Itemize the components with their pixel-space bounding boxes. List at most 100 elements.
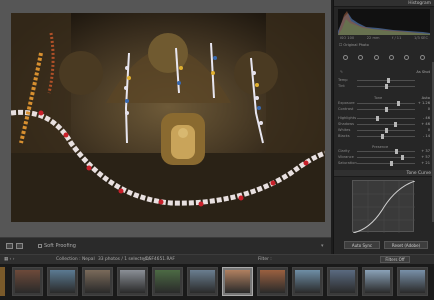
filename-label[interactable]: _DSF4651.RAF: [143, 257, 175, 262]
filter-label: Filter :: [258, 257, 272, 262]
thumb-image: [400, 270, 425, 293]
slider-knob[interactable]: [375, 116, 379, 121]
slider-track[interactable]: [357, 116, 415, 121]
slider-label: Clarity: [338, 149, 350, 153]
filmstrip-thumb[interactable]: [152, 267, 183, 296]
spot-removal-icon[interactable]: [358, 54, 364, 60]
slider-label: Whites: [338, 128, 351, 132]
image-viewer: [0, 0, 331, 237]
slider-track[interactable]: [357, 161, 415, 166]
slider-track[interactable]: [357, 155, 415, 160]
toolbar-menu-icon[interactable]: ▾: [321, 243, 324, 249]
filmstrip-thumb[interactable]: [257, 267, 288, 296]
slider-knob[interactable]: [384, 84, 388, 89]
slider-knob[interactable]: [394, 149, 398, 154]
auto-sync-button[interactable]: Auto Sync: [344, 241, 380, 249]
slider-label: Vibrance: [338, 155, 354, 159]
slider-knob[interactable]: [397, 101, 401, 106]
filmstrip-thumb[interactable]: [117, 267, 148, 296]
filmstrip-thumb[interactable]: [82, 267, 113, 296]
filmstrip-thumb[interactable]: [397, 267, 428, 296]
slider-value[interactable]: 0: [428, 128, 430, 132]
histo-aperture: f / 11: [392, 36, 402, 40]
original-photo-label: Original Photo: [343, 43, 369, 47]
slider-value[interactable]: + 46: [421, 122, 430, 126]
tone-curve-title: Tone Curve: [406, 171, 431, 176]
auto-sync-label: Auto Sync: [351, 242, 373, 248]
eyedropper-icon[interactable]: ✎: [340, 70, 343, 74]
graduated-filter-icon[interactable]: [389, 54, 395, 60]
soft-proofing-checkbox[interactable]: [38, 244, 42, 248]
tone-label: Tone: [374, 96, 383, 100]
slider-knob[interactable]: [387, 78, 391, 83]
grid-view-icon[interactable]: ▦ ‹ ›: [4, 257, 14, 262]
filmstrip-thumb[interactable]: [292, 267, 323, 296]
thumb-image: [330, 270, 355, 293]
thumb-image: [225, 270, 250, 293]
tool-strip: [338, 53, 430, 61]
slider-knob[interactable]: [400, 155, 404, 160]
histogram-title: Histogram: [408, 1, 431, 6]
filmstrip-thumb[interactable]: [222, 267, 253, 296]
red-eye-icon[interactable]: [373, 54, 379, 60]
slider-label: Temp: [338, 78, 348, 82]
radial-filter-icon[interactable]: [404, 54, 410, 60]
slider-value[interactable]: - 14: [423, 134, 430, 138]
thumb-image: [190, 270, 215, 293]
slider-track[interactable]: [357, 149, 415, 154]
slider-track[interactable]: [357, 107, 415, 112]
slider-knob[interactable]: [381, 134, 385, 139]
slider-label: Blacks: [338, 134, 350, 138]
slider-knob[interactable]: [384, 128, 388, 133]
tone-curve-graph[interactable]: [352, 180, 416, 234]
filmstrip-info-bar: ▦ ‹ › Collection : Nepal 33 photos / 1 s…: [0, 254, 434, 264]
filters-off-label: Filters Off: [385, 257, 405, 262]
presence-label: Presence: [372, 145, 389, 149]
thumb-image: [295, 270, 320, 293]
histogram-info: ISO 100 22 mm f / 11 1/3 SEC: [340, 36, 428, 40]
slider-knob[interactable]: [393, 122, 397, 127]
loupe-view-icon[interactable]: [6, 243, 13, 249]
thumb-image: [85, 270, 110, 293]
slider-track[interactable]: [357, 84, 415, 89]
partial-thumb[interactable]: [0, 267, 5, 296]
tone-auto-button[interactable]: Auto: [422, 96, 430, 100]
main-photo[interactable]: [11, 13, 325, 222]
slider-knob[interactable]: [390, 161, 394, 166]
filmstrip-thumb[interactable]: [327, 267, 358, 296]
reset-button[interactable]: Reset (Adobe): [384, 241, 428, 249]
histogram: [338, 9, 430, 35]
thumb-image: [50, 270, 75, 293]
slider-value[interactable]: + 37: [421, 149, 430, 153]
crop-tool-icon[interactable]: [343, 54, 349, 60]
slider-track[interactable]: [357, 78, 415, 83]
thumb-image: [155, 270, 180, 293]
slider-value[interactable]: + 57: [421, 155, 430, 159]
collection-label[interactable]: Collection : Nepal: [56, 257, 95, 262]
tone-curve-header[interactable]: Tone Curve: [334, 170, 434, 177]
slider-knob[interactable]: [384, 107, 388, 112]
before-after-icon[interactable]: [16, 243, 23, 249]
reset-label: Reset (Adobe): [391, 242, 421, 248]
viewer-toolbar: Soft Proofing ▾: [0, 237, 331, 254]
slider-value[interactable]: + 21: [421, 161, 430, 165]
filters-off-dropdown[interactable]: Filters Off: [380, 256, 410, 263]
filmstrip-thumb[interactable]: [362, 267, 393, 296]
adjustment-brush-icon[interactable]: [419, 54, 425, 60]
slider-value[interactable]: - 46: [423, 116, 430, 120]
slider-value[interactable]: 0: [428, 107, 430, 111]
filmstrip-thumb[interactable]: [187, 267, 218, 296]
slider-track[interactable]: [357, 122, 415, 127]
filmstrip-thumb[interactable]: [12, 267, 43, 296]
slider-track[interactable]: [357, 101, 415, 106]
slider-value[interactable]: + 1.26: [418, 101, 430, 105]
histogram-header[interactable]: Histogram: [334, 0, 434, 7]
wb-as-shot[interactable]: As Shot: [416, 70, 430, 74]
slider-track[interactable]: [357, 134, 415, 139]
slider-track[interactable]: [357, 128, 415, 133]
temple-photo-illustration: [11, 13, 325, 222]
filmstrip-thumb[interactable]: [47, 267, 78, 296]
thumb-image: [260, 270, 285, 293]
original-photo-checkbox[interactable]: ☐ Original Photo: [339, 43, 369, 47]
slider-label: Exposure: [338, 101, 355, 105]
